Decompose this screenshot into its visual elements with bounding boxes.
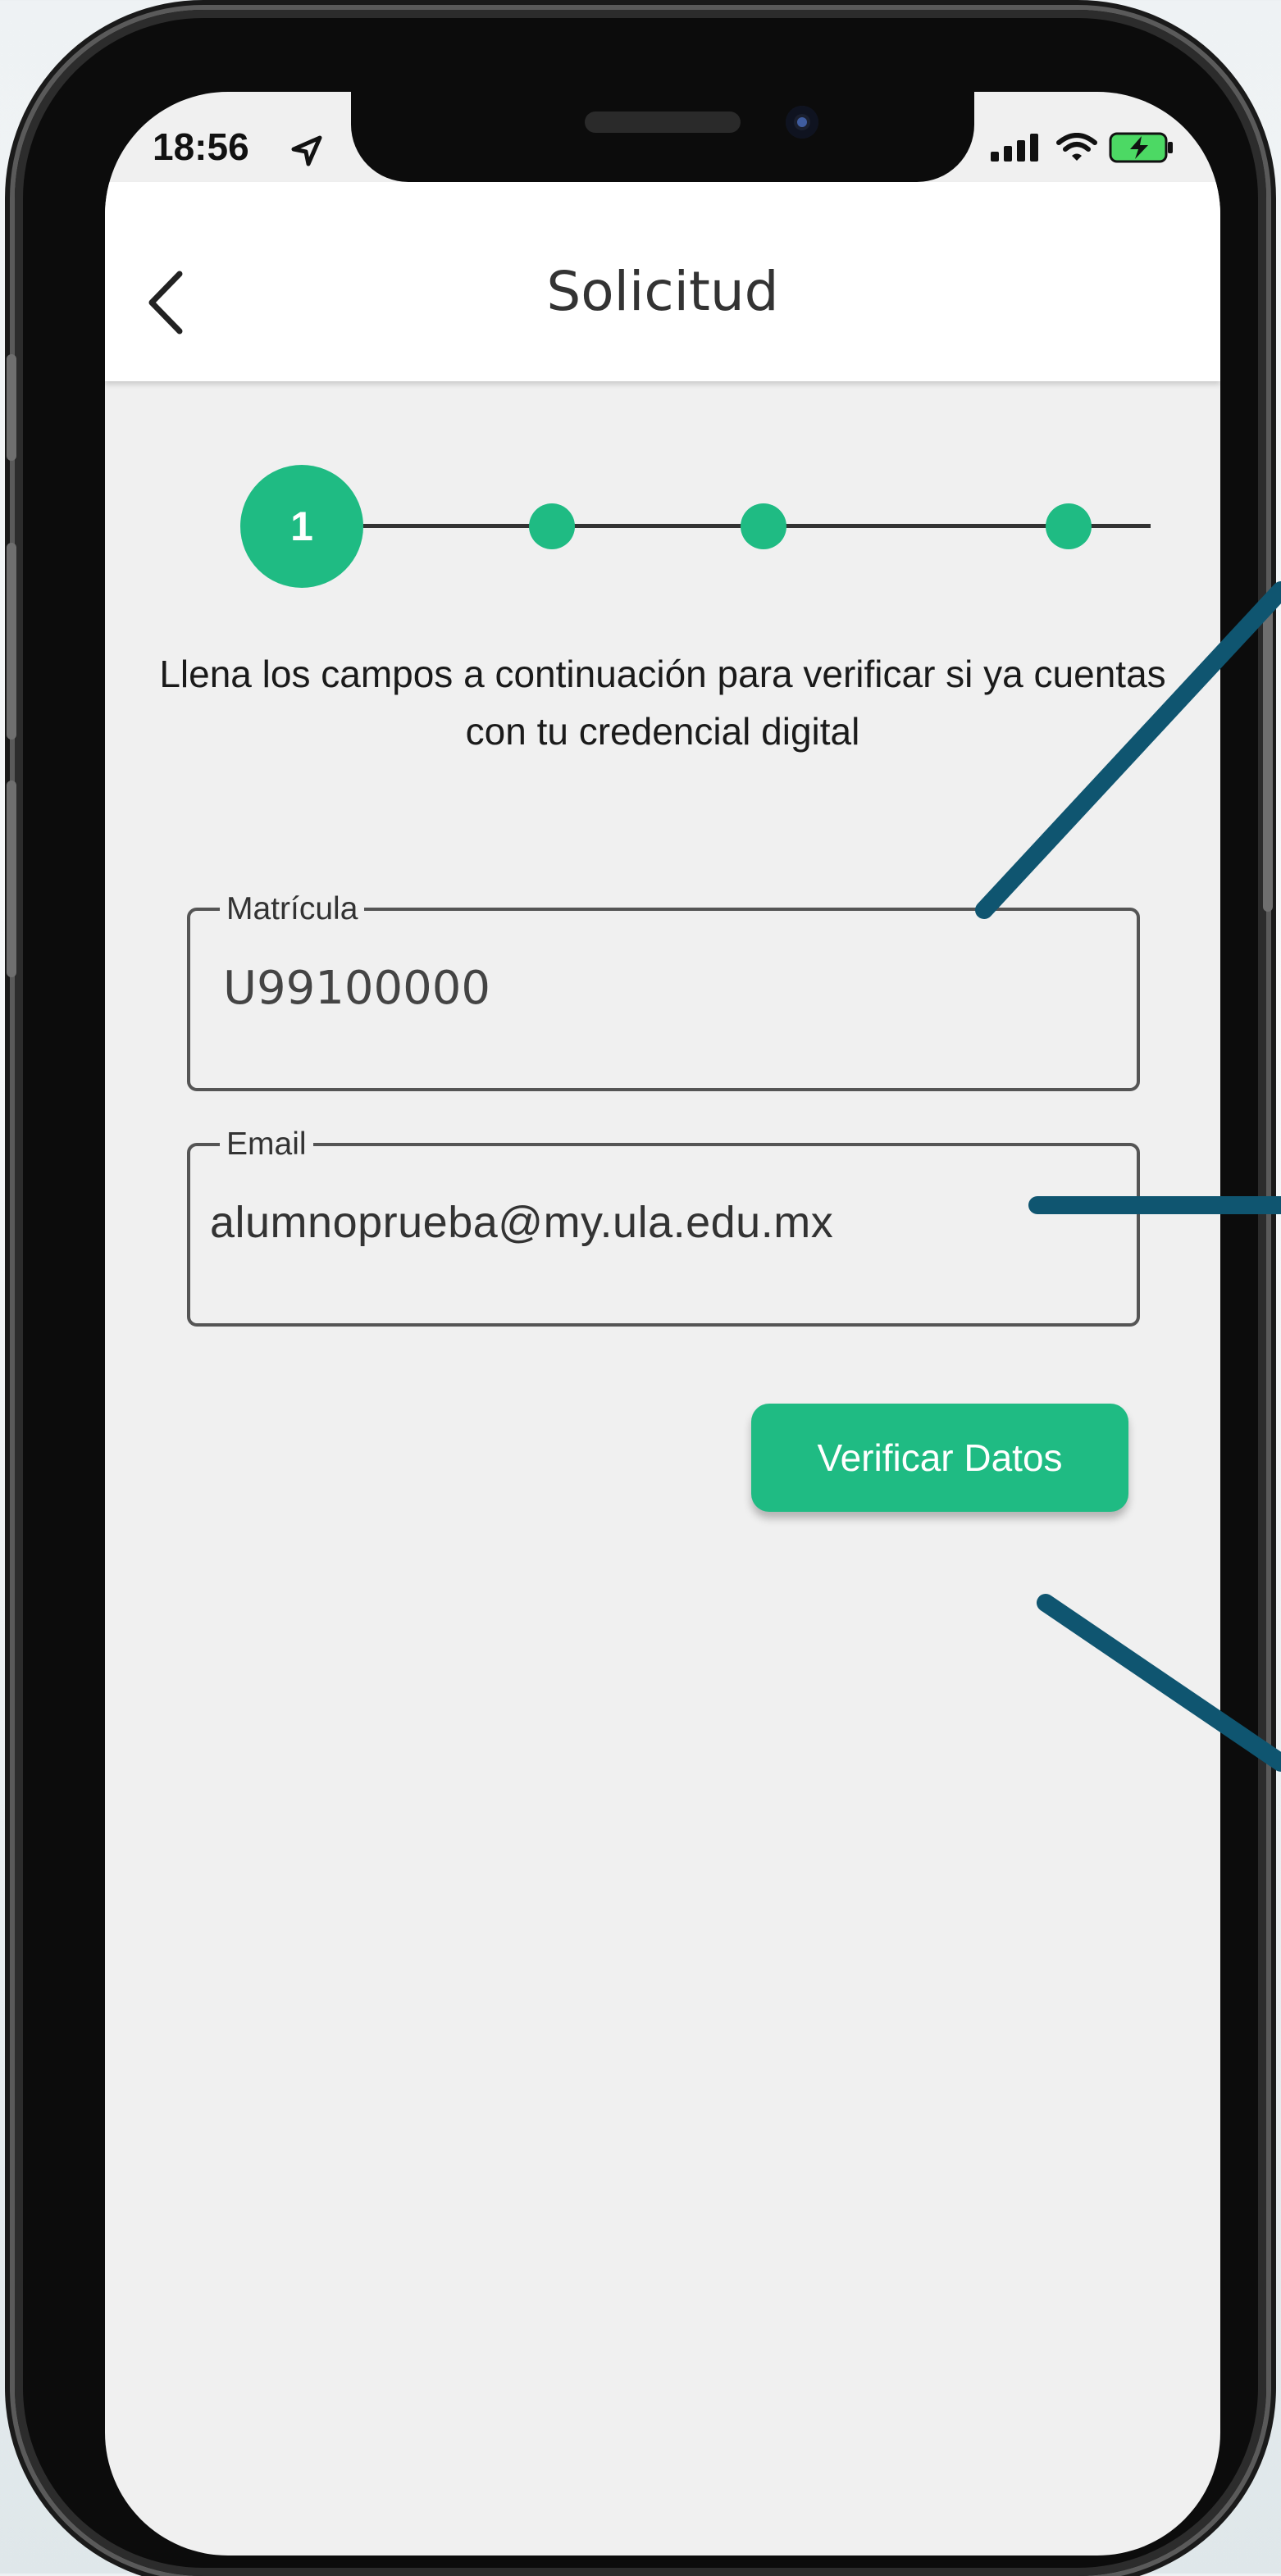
- pointer-line-matricula: [975, 581, 1281, 919]
- pointer-line-button: [1037, 1594, 1281, 1772]
- annotation-pointers: [975, 581, 1281, 1772]
